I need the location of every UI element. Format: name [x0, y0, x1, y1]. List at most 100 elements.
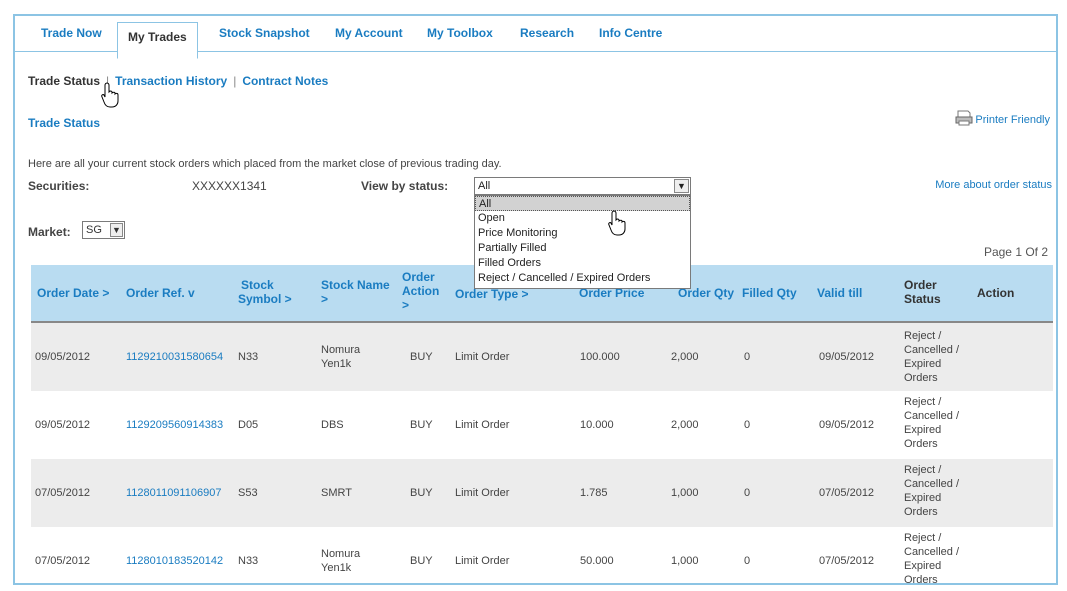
cell-stock-name-line1: Nomura: [321, 548, 361, 560]
cell-stock-symbol: N33: [238, 555, 259, 567]
cell-order-price: 50.000: [580, 555, 614, 567]
cell-stock-name-line1: Nomura: [321, 344, 361, 356]
cell-stock-symbol: D05: [238, 419, 259, 431]
cell-valid-till: 07/05/2012: [819, 487, 875, 499]
header-stock-symbol[interactable]: Stock Symbol >: [238, 278, 292, 306]
table-row: 09/05/2012 1129209560914383 D05 DBS BUY …: [31, 391, 1053, 459]
cell-order-date: 09/05/2012: [35, 351, 91, 363]
cell-valid-till: 09/05/2012: [819, 419, 875, 431]
cell-order-qty: 2,000: [671, 351, 699, 363]
subnav-transaction-history[interactable]: Transaction History: [115, 74, 227, 88]
header-stock-symbol-line2: Symbol >: [238, 292, 292, 306]
header-stock-name[interactable]: Stock Name >: [321, 278, 390, 306]
market-select[interactable]: SG ▼: [82, 221, 125, 239]
printer-icon: [955, 110, 973, 126]
table-row: 09/05/2012 1129210031580654 N33 Nomura Y…: [31, 323, 1053, 391]
cell-order-date: 07/05/2012: [35, 487, 91, 499]
status-dropdown-list: All Open Price Monitoring Partially Fill…: [474, 195, 691, 289]
status-line1: Reject /: [904, 532, 942, 544]
status-option-filled-orders[interactable]: Filled Orders: [475, 256, 690, 271]
cell-order-qty: 2,000: [671, 419, 699, 431]
cell-order-price: 100.000: [580, 351, 620, 363]
cell-order-status: Reject / Cancelled / Expired Orders: [904, 329, 959, 385]
cell-order-action: BUY: [410, 555, 433, 567]
tab-info-centre[interactable]: Info Centre: [599, 16, 662, 52]
cell-order-date: 07/05/2012: [35, 555, 91, 567]
status-line4: Orders: [904, 372, 938, 384]
market-label: Market:: [28, 225, 71, 239]
chevron-down-icon[interactable]: ▼: [674, 179, 689, 193]
cell-stock-name: SMRT: [321, 486, 352, 500]
header-stock-name-line2: >: [321, 292, 329, 306]
cell-order-date: 09/05/2012: [35, 419, 91, 431]
status-line1: Reject /: [904, 330, 942, 342]
status-option-partially-filled[interactable]: Partially Filled: [475, 241, 690, 256]
tab-my-account[interactable]: My Account: [335, 16, 403, 52]
status-option-all[interactable]: All: [475, 196, 690, 211]
status-line3: Expired: [904, 492, 942, 504]
cell-order-ref[interactable]: 1128011091106907: [126, 486, 221, 500]
status-line4: Orders: [904, 438, 938, 450]
tab-my-trades[interactable]: My Trades: [117, 22, 198, 59]
tab-research[interactable]: Research: [520, 16, 574, 52]
tab-trade-now[interactable]: Trade Now: [41, 16, 102, 52]
header-order-status: Order Status: [904, 278, 941, 306]
status-line3: Expired: [904, 424, 942, 436]
status-option-price-monitoring[interactable]: Price Monitoring: [475, 226, 690, 241]
cell-order-type: Limit Order: [455, 487, 510, 499]
header-order-date[interactable]: Order Date >: [37, 286, 109, 300]
cell-filled-qty: 0: [744, 351, 751, 363]
header-order-action-line2: Action: [402, 284, 440, 298]
market-value: SG: [86, 224, 102, 236]
tab-stock-snapshot[interactable]: Stock Snapshot: [219, 16, 310, 52]
header-action: Action: [977, 286, 1015, 300]
view-by-status-value: All: [478, 180, 491, 192]
cell-stock-name: Nomura Yen1k: [321, 343, 360, 371]
header-order-action[interactable]: Order Action >: [402, 270, 439, 312]
chevron-down-icon[interactable]: ▼: [110, 223, 123, 237]
page-title: Trade Status: [28, 116, 101, 130]
cell-stock-name-line1: SMRT: [321, 487, 352, 499]
cell-valid-till: 09/05/2012: [819, 351, 875, 363]
cell-order-qty: 1,000: [671, 487, 699, 499]
cell-order-action: BUY: [410, 419, 433, 431]
cell-order-ref[interactable]: 1129209560914383: [126, 418, 223, 432]
table-row: 07/05/2012 1128010183520142 N33 Nomura Y…: [31, 527, 1053, 585]
cell-order-price: 10.000: [580, 419, 614, 431]
printer-friendly-label: Printer Friendly: [975, 114, 1050, 126]
cell-order-ref[interactable]: 1128010183520142: [126, 554, 223, 568]
status-line2: Cancelled /: [904, 478, 960, 490]
header-order-status-line1: Order: [904, 278, 937, 292]
cell-filled-qty: 0: [744, 555, 751, 567]
view-by-status-select[interactable]: All ▼: [474, 177, 691, 195]
subnav-separator: |: [233, 74, 237, 88]
cell-valid-till: 07/05/2012: [819, 555, 875, 567]
tab-my-toolbox[interactable]: My Toolbox: [427, 16, 493, 52]
cell-order-status: Reject / Cancelled / Expired Orders: [904, 395, 959, 451]
printer-friendly-link[interactable]: Printer Friendly: [955, 110, 1050, 126]
cell-order-action: BUY: [410, 351, 433, 363]
cell-stock-name: DBS: [321, 418, 344, 432]
header-stock-name-line1: Stock Name: [321, 278, 390, 292]
status-line1: Reject /: [904, 464, 942, 476]
status-option-reject-cancelled-expired[interactable]: Reject / Cancelled / Expired Orders: [475, 271, 690, 286]
cell-order-type: Limit Order: [455, 351, 510, 363]
cell-order-type: Limit Order: [455, 419, 510, 431]
cell-order-ref[interactable]: 1129210031580654: [126, 350, 223, 364]
cell-stock-name: Nomura Yen1k: [321, 547, 360, 575]
status-line2: Cancelled /: [904, 410, 960, 422]
status-line4: Orders: [904, 574, 938, 585]
header-filled-qty: Filled Qty: [742, 286, 797, 300]
header-order-action-line1: Order: [402, 270, 435, 284]
status-line3: Expired: [904, 560, 942, 572]
subnav-trade-status[interactable]: Trade Status: [28, 74, 100, 88]
securities-value: XXXXXX1341: [192, 179, 267, 193]
header-order-type[interactable]: Order Type >: [455, 287, 528, 301]
status-option-open[interactable]: Open: [475, 211, 690, 226]
header-stock-symbol-line1: Stock: [241, 278, 274, 292]
table-row: 07/05/2012 1128011091106907 S53 SMRT BUY…: [31, 459, 1053, 527]
more-about-order-status-link[interactable]: More about order status: [935, 179, 1052, 191]
header-order-ref[interactable]: Order Ref. v: [126, 286, 195, 300]
subnav-contract-notes[interactable]: Contract Notes: [242, 74, 328, 88]
cell-stock-symbol: S53: [238, 487, 258, 499]
